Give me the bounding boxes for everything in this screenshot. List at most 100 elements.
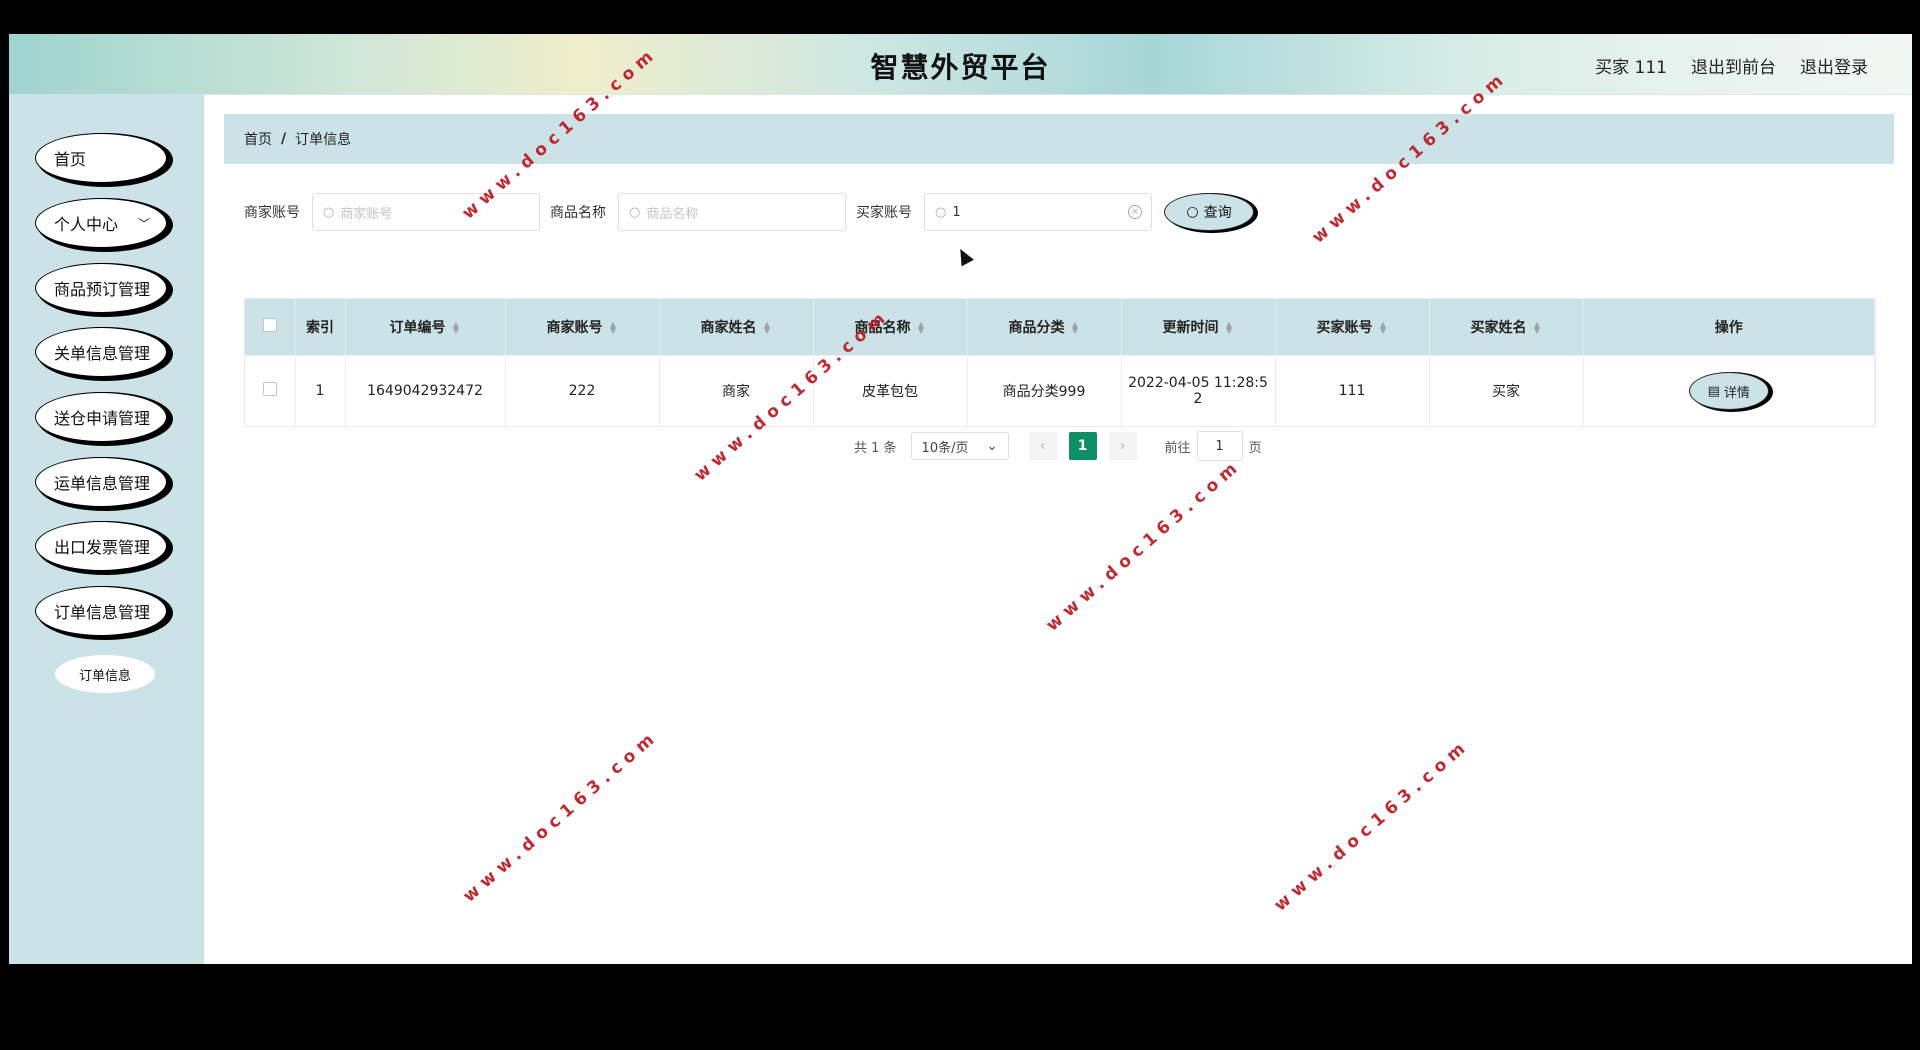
logout-link[interactable]: 退出登录 <box>1800 53 1868 78</box>
sort-icon[interactable]: ▲ ▼ <box>917 321 926 335</box>
sidebar-item-label: 运单信息管理 <box>54 474 151 493</box>
sidebar-item-label: 订单信息管理 <box>54 603 151 622</box>
buyer-account-input[interactable]: ○ 1 × <box>924 193 1152 231</box>
submenu-item-order-info[interactable]: 订单信息 <box>55 655 155 693</box>
buyer-account-label: 买家账号 <box>856 205 912 221</box>
updated-at-line-1: 2022-04-05 11:28:5 <box>1128 375 1268 391</box>
search-icon: ○ <box>935 204 947 220</box>
column-header[interactable]: 商家姓名 ▲ ▼ <box>659 299 814 356</box>
sidebar-item-label: 商品预订管理 <box>54 280 151 299</box>
goto-suffix: 页 <box>1248 440 1262 456</box>
exit-to-front-link[interactable]: 退出到前台 <box>1691 53 1776 78</box>
prev-page-button[interactable]: ‹ <box>1028 432 1057 460</box>
clear-icon[interactable]: × <box>1128 205 1142 219</box>
sort-icon[interactable]: ▲ ▼ <box>452 321 461 335</box>
sort-icon[interactable]: ▲ ▼ <box>763 321 772 335</box>
column-header-label: 买家账号 <box>1316 320 1373 336</box>
cell-merchant-account: 222 <box>505 355 660 426</box>
cell-actions: ▤ 详情 <box>1583 355 1875 426</box>
sidebar-item-export-invoice[interactable]: 出口发票管理 <box>35 521 167 571</box>
search-icon: ○ <box>1186 204 1199 220</box>
cell-category: 商品分类999 <box>967 355 1122 426</box>
search-icon: ○ <box>323 204 335 220</box>
sidebar-item-customs-info[interactable]: 关单信息管理 <box>35 327 167 377</box>
column-header[interactable]: 订单编号 ▲ ▼ <box>345 299 506 356</box>
column-header-label: 商家姓名 <box>700 320 757 336</box>
column-header[interactable]: 商品分类 ▲ ▼ <box>967 299 1122 356</box>
table-row: 1 1649042932472 222 商家 皮革包包 商品分类999 2022… <box>245 355 1875 426</box>
merchant-account-label: 商家账号 <box>244 205 300 221</box>
select-all-checkbox[interactable] <box>245 299 296 356</box>
sort-icon[interactable]: ▲ ▼ <box>1379 321 1388 335</box>
search-button[interactable]: ○ 查询 <box>1164 193 1254 231</box>
next-page-button[interactable]: › <box>1108 432 1137 460</box>
sidebar-item-waybill-info[interactable]: 运单信息管理 <box>35 457 167 507</box>
product-name-label: 商品名称 <box>550 205 606 221</box>
sort-icon[interactable]: ▲ ▼ <box>1225 321 1234 335</box>
sidebar-item-label: 个人中心 <box>54 215 119 234</box>
watermark: www.doc163.com <box>1270 735 1474 916</box>
column-header[interactable]: 买家账号 ▲ ▼ <box>1275 299 1430 356</box>
checkbox[interactable] <box>262 318 277 332</box>
sidebar-item-warehouse-request[interactable]: 送仓申请管理 <box>35 392 167 442</box>
column-header-label: 更新时间 <box>1162 320 1219 336</box>
column-header: 操作 <box>1583 299 1875 356</box>
chevron-down-icon: ﹀ <box>137 216 150 231</box>
sidebar-item-label: 出口发票管理 <box>54 538 151 557</box>
column-header-label: 订单编号 <box>389 320 446 336</box>
merchant-account-placeholder: 商家账号 <box>340 206 393 222</box>
sidebar-item-home[interactable]: 首页 <box>35 133 167 183</box>
order-table: 索引 订单编号 ▲ ▼ 商家账号 ▲ ▼ 商家姓名 ▲ ▼ 商品名称 ▲ ▼ 商品分类 ▲ ▼ 更新… <box>244 298 1876 427</box>
page-size-value: 10条/页 <box>921 440 969 456</box>
merchant-account-input[interactable]: ○ 商家账号 <box>312 193 540 231</box>
watermark: www.doc163.com <box>1042 455 1246 636</box>
column-header[interactable]: 买家姓名 ▲ ▼ <box>1429 299 1584 356</box>
updated-at-line-2: 2 <box>1193 391 1203 407</box>
watermark: www.doc163.com <box>459 726 663 907</box>
user-area: 买家 111 退出到前台 退出登录 <box>1595 53 1868 78</box>
column-header-label: 买家姓名 <box>1470 320 1527 336</box>
sidebar-item-label: 关单信息管理 <box>54 344 151 363</box>
column-header-label: 商品分类 <box>1008 320 1065 336</box>
breadcrumb-current: 订单信息 <box>295 132 352 148</box>
sort-icon[interactable]: ▲ ▼ <box>1071 321 1080 335</box>
breadcrumb: 首页 / 订单信息 <box>224 114 1894 164</box>
breadcrumb-separator: / <box>281 131 287 147</box>
row-checkbox-cell[interactable] <box>245 355 296 426</box>
buyer-account-value: 1 <box>952 204 961 220</box>
mouse-cursor-icon <box>954 245 974 267</box>
page-number-current[interactable]: 1 <box>1068 432 1097 460</box>
chevron-down-icon: ⌄ <box>986 438 998 454</box>
sidebar: 首页 个人中心 ﹀ 商品预订管理 关单信息管理 送仓申请管理 运单信息管理 出口发… <box>9 94 204 964</box>
pagination: 共 1 条 10条/页 ⌄ ‹ 1 › 前往 1 页 <box>854 431 1262 461</box>
cell-buyer-account: 111 <box>1275 355 1430 426</box>
filter-bar: 商家账号 ○ 商家账号 商品名称 ○ 商品名称 买家账号 ○ 1 × ○ 查询 <box>244 192 1254 232</box>
table-header-row: 索引 订单编号 ▲ ▼ 商家账号 ▲ ▼ 商家姓名 ▲ ▼ 商品名称 ▲ ▼ 商品分类 ▲ ▼ 更新… <box>245 299 1875 356</box>
search-button-label: 查询 <box>1203 205 1232 221</box>
detail-button[interactable]: ▤ 详情 <box>1688 372 1769 410</box>
breadcrumb-home[interactable]: 首页 <box>244 129 272 149</box>
sort-icon[interactable]: ▲ ▼ <box>609 321 618 335</box>
column-header-label: 商家账号 <box>546 320 603 336</box>
column-header[interactable]: 商家账号 ▲ ▼ <box>505 299 660 356</box>
column-header[interactable]: 更新时间 ▲ ▼ <box>1121 299 1276 356</box>
top-header: 智慧外贸平台 买家 111 退出到前台 退出登录 <box>9 34 1912 95</box>
detail-button-label: 详情 <box>1723 385 1750 401</box>
column-header: 索引 <box>295 299 346 356</box>
cell-updated-at: 2022-04-05 11:28:5 2 <box>1121 355 1276 426</box>
search-icon: ○ <box>629 204 641 220</box>
pagination-total: 共 1 条 <box>854 440 897 456</box>
sidebar-item-order-info[interactable]: 订单信息管理 <box>35 586 167 636</box>
cell-buyer-name: 买家 <box>1429 355 1584 426</box>
product-name-input[interactable]: ○ 商品名称 <box>618 193 846 231</box>
checkbox[interactable] <box>262 382 277 396</box>
sidebar-item-label: 送仓申请管理 <box>54 409 151 428</box>
sidebar-item-product-booking[interactable]: 商品预订管理 <box>35 263 167 313</box>
current-user-label: 买家 111 <box>1595 58 1667 78</box>
sort-icon[interactable]: ▲ ▼ <box>1533 321 1542 335</box>
goto-prefix: 前往 <box>1164 440 1191 456</box>
cell-index: 1 <box>295 355 346 426</box>
page-size-select[interactable]: 10条/页 ⌄ <box>910 432 1009 460</box>
goto-page-input[interactable]: 1 <box>1196 431 1243 461</box>
sidebar-item-personal-center[interactable]: 个人中心 ﹀ <box>35 198 167 248</box>
